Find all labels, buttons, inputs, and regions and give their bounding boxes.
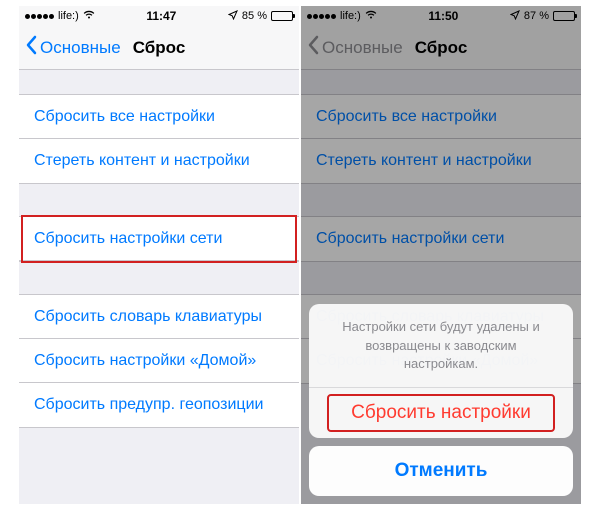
- wifi-icon: [83, 10, 95, 22]
- sheet-destructive-button[interactable]: Сбросить настройки: [309, 388, 573, 438]
- group-3: Сбросить словарь клавиатуры Сбросить нас…: [19, 294, 299, 428]
- row-reset-location[interactable]: Сбросить предупр. геопозиции: [19, 383, 299, 427]
- status-bar: life:) 11:47 85 %: [19, 6, 299, 26]
- nav-bar: Основные Сброс: [19, 26, 299, 70]
- phones-wrapper: life:) 11:47 85 % Основ: [19, 6, 581, 504]
- group-1: Сбросить все настройки Стереть контент и…: [19, 94, 299, 184]
- sheet-cancel-button[interactable]: Отменить: [309, 446, 573, 496]
- battery-pct: 85 %: [242, 10, 267, 22]
- location-icon: [228, 10, 238, 23]
- sheet-message: Настройки сети будут удалены и возвращен…: [309, 304, 573, 388]
- status-time: 11:47: [146, 9, 176, 23]
- action-sheet: Настройки сети будут удалены и возвращен…: [309, 304, 573, 496]
- phone-left: life:) 11:47 85 % Основ: [19, 6, 299, 504]
- page-title: Сброс: [19, 38, 299, 58]
- row-reset-home[interactable]: Сбросить настройки «Домой»: [19, 339, 299, 383]
- battery-icon: [271, 11, 293, 21]
- row-erase-all[interactable]: Стереть контент и настройки: [19, 139, 299, 183]
- group-2: Сбросить настройки сети: [19, 216, 299, 262]
- signal-dots-icon: [25, 14, 54, 19]
- sheet-card: Настройки сети будут удалены и возвращен…: [309, 304, 573, 438]
- row-reset-all[interactable]: Сбросить все настройки: [19, 95, 299, 139]
- phone-right: life:) 11:50 87 % Основ: [301, 6, 581, 504]
- row-reset-keyboard[interactable]: Сбросить словарь клавиатуры: [19, 295, 299, 339]
- row-reset-network[interactable]: Сбросить настройки сети: [19, 217, 299, 261]
- carrier-label: life:): [58, 10, 79, 22]
- list-content: Сбросить все настройки Стереть контент и…: [19, 70, 299, 428]
